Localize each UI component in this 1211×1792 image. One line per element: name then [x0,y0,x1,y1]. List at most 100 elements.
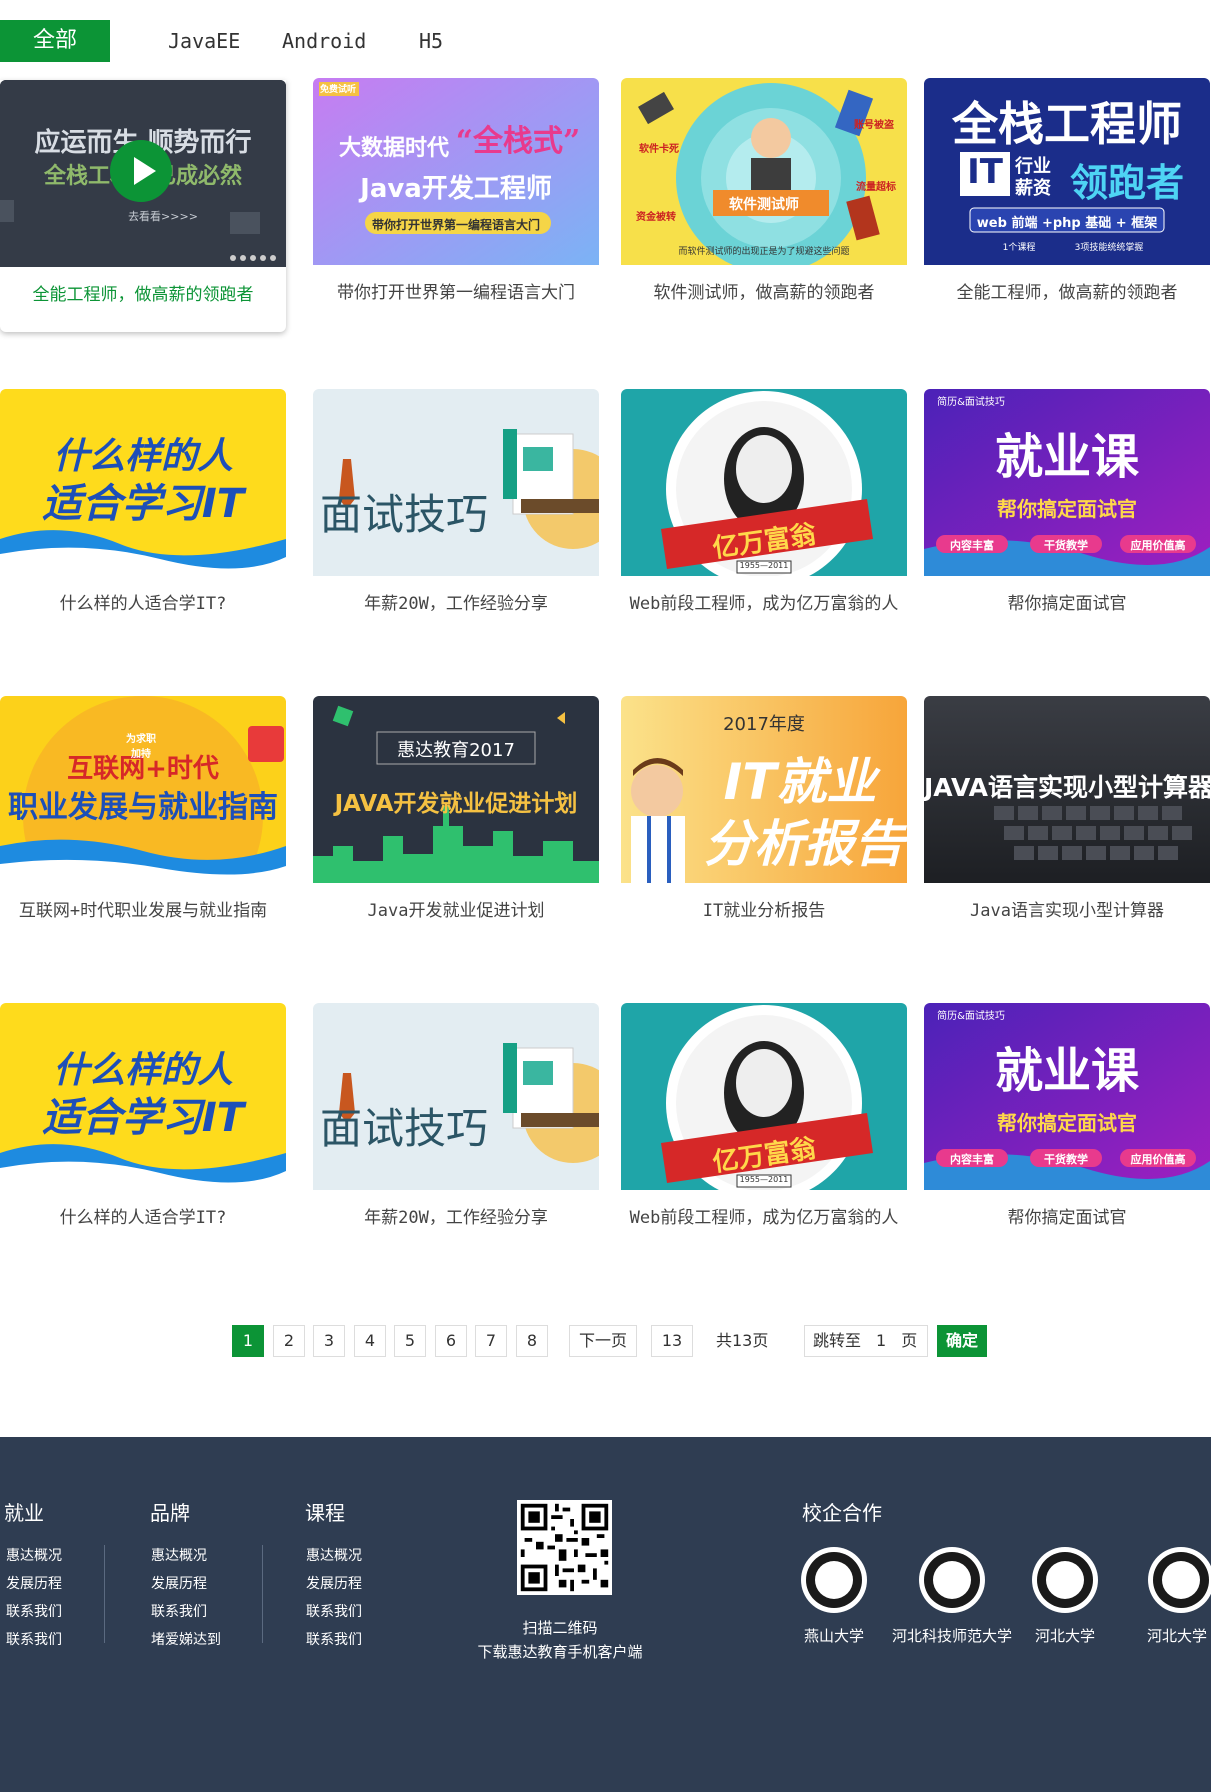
page-button-6[interactable]: 6 [435,1325,467,1357]
qr-code-icon [517,1500,612,1595]
thumb-subline: 分析报告 [704,815,904,873]
footer-link[interactable]: 联系我们 [306,1629,362,1649]
footer-link[interactable]: 发展历程 [6,1573,62,1593]
last-page-button[interactable]: 13 [651,1325,693,1357]
footer-link[interactable]: 发展历程 [306,1573,362,1593]
page-button-4[interactable]: 4 [354,1325,386,1357]
thumb-headline: 惠达教育2017 [397,740,515,761]
thumb-chip: 应用价值高 [1130,539,1186,552]
thumb-caption: 1955—2011 [739,561,789,570]
page-button-3[interactable]: 3 [313,1325,345,1357]
course-thumbnail: 亿万富翁 1955—2011 [621,389,907,576]
thumb-headline: 面试技巧 [319,490,488,539]
course-card[interactable]: 应运而生 顺势而行 全栈工程师已成必然 去看看>>>> 全能工程师，做高薪的领跑… [0,80,286,332]
play-icon[interactable] [110,140,172,202]
tab-all[interactable]: 全部 [0,20,110,62]
tab-javaee[interactable]: JavaEE [168,20,240,62]
page-button-8[interactable]: 8 [516,1325,548,1357]
thumb-label: 资金被转 [636,212,676,223]
thumb-label: 流量超标 [856,182,896,193]
thumb-caption: 而软件测试师的出现正是为了规避这些问题 [678,247,850,257]
thumb-note: 3项技能统统掌握 [1074,243,1144,253]
course-title[interactable]: 帮你搞定面试官 [924,1203,1210,1228]
page-button-5[interactable]: 5 [394,1325,426,1357]
partner-university[interactable]: 河北大学 [1005,1547,1125,1646]
course-thumbnail: 互联网+时代 职业发展与就业指南 为求职加持 [0,696,286,883]
course-thumbnail: 什么样的人 适合学习IT [0,389,286,576]
course-title[interactable]: IT就业分析报告 [621,896,907,921]
footer-link[interactable]: 惠达概况 [306,1545,362,1565]
course-title[interactable]: Web前段工程师，成为亿万富翁的人 [621,589,907,614]
footer-link[interactable]: 联系我们 [151,1601,207,1621]
thumb-caption: 1955—2011 [739,1175,789,1184]
thumb-headline: 就业课 [994,1043,1139,1099]
course-title[interactable]: 什么样的人适合学IT? [0,589,286,614]
footer-divider [104,1545,105,1643]
jump-prefix: 跳转至 [813,1331,862,1350]
partner-name: 河北科技师范大学 [892,1627,1013,1645]
thumb-subline: 帮你搞定面试官 [997,497,1137,521]
footer-link[interactable]: 联系我们 [6,1601,62,1621]
page-button-2[interactable]: 2 [273,1325,305,1357]
partner-name: 河北大学 [1034,1627,1095,1645]
thumb-link: 去看看>>>> [128,210,198,223]
thumb-caption: web 前端 +php 基础 + 框架 [976,216,1158,231]
qr-caption: 下载惠达教育手机客户端 [477,1643,643,1661]
partner-name: 燕山大学 [803,1627,864,1645]
page-button-7[interactable]: 7 [475,1325,507,1357]
footer-col-title: 课程 [305,1501,345,1525]
course-title[interactable]: Java开发就业促进计划 [313,896,599,921]
footer-link[interactable]: 联系我们 [306,1601,362,1621]
thumb-subline: 适合学习IT [41,481,245,527]
course-title[interactable]: 带你打开世界第一编程语言大门 [313,278,599,303]
course-thumbnail: 2017年度 IT就业 分析报告 [621,696,907,883]
partner-university[interactable]: 河北大学 [1116,1547,1211,1646]
footer-link[interactable]: 惠达概况 [151,1545,207,1565]
partner-university[interactable]: 燕山大学 [774,1547,894,1646]
thumb-headline: JAVA语言实现小型计算器 [924,773,1210,802]
university-seal-icon [801,1547,867,1613]
footer-link[interactable]: 联系我们 [6,1629,62,1649]
pagination: 1 2 3 4 5 6 7 8 下一页 13 共13页 跳转至 1 页 确定 [0,1325,1211,1357]
jump-suffix: 页 [901,1331,918,1350]
next-page-button[interactable]: 下一页 [569,1325,637,1357]
footer-link[interactable]: 发展历程 [151,1573,207,1593]
course-title[interactable]: Web前段工程师，成为亿万富翁的人 [621,1203,907,1228]
thumb-headline: 面试技巧 [319,1104,488,1153]
total-pages-label: 共13页 [716,1331,769,1350]
thumb-subline: 适合学习IT [41,1095,245,1141]
thumb-label: 账号被盗 [854,120,894,131]
footer-link[interactable]: 堵爱娣达到 [151,1629,221,1649]
confirm-jump-button[interactable]: 确定 [937,1325,987,1357]
qr-caption: 扫描二维码 [522,1619,598,1637]
partner-university[interactable]: 河北科技师范大学 [892,1547,1012,1646]
page-button-1[interactable]: 1 [232,1325,264,1357]
tab-android[interactable]: Android [282,20,366,62]
course-title[interactable]: 软件测试师，做高薪的领跑者 [621,278,907,303]
thumb-tag: 2017年度 [723,714,805,735]
course-title[interactable]: 帮你搞定面试官 [924,589,1210,614]
course-title[interactable]: Java语言实现小型计算器 [924,896,1210,921]
jump-page-input[interactable]: 1 [866,1326,896,1356]
category-tabs: 全部 JavaEE Android H5 [0,20,1211,62]
thumb-subline: JAVA开发就业促进计划 [334,791,578,817]
course-title[interactable]: 年薪20W，工作经验分享 [313,1203,599,1228]
course-thumbnail: 面试技巧 [313,389,599,576]
tab-h5[interactable]: H5 [419,20,443,62]
thumb-subline: 帮你搞定面试官 [997,1111,1137,1135]
course-title[interactable]: 什么样的人适合学IT? [0,1203,286,1228]
course-title[interactable]: 年薪20W，工作经验分享 [313,589,599,614]
course-thumbnail: 全栈工程师 IT 行业 薪资 领跑者 web 前端 +php 基础 + 框架 1… [924,78,1210,265]
thumb-label: 软件卡死 [639,144,679,155]
course-thumbnail: 简历&面试技巧 就业课 帮你搞定面试官 内容丰富 干货教学 应用价值高 [924,389,1210,576]
course-thumbnail: 惠达教育2017 JAVA开发就业促进计划 [313,696,599,883]
footer-link[interactable]: 惠达概况 [6,1545,62,1565]
course-title[interactable]: 互联网+时代职业发展与就业指南 [0,896,286,921]
course-thumbnail: 应运而生 顺势而行 全栈工程师已成必然 去看看>>>> [0,80,286,267]
thumb-headline: 就业课 [994,429,1139,485]
jump-to-page: 跳转至 1 页 [804,1325,928,1357]
course-title[interactable]: 全能工程师，做高薪的领跑者 [0,280,286,305]
course-title[interactable]: 全能工程师，做高薪的领跑者 [924,278,1210,303]
university-seal-icon [1148,1547,1211,1613]
thumb-tag: 简历&面试技巧 [937,1011,1005,1022]
